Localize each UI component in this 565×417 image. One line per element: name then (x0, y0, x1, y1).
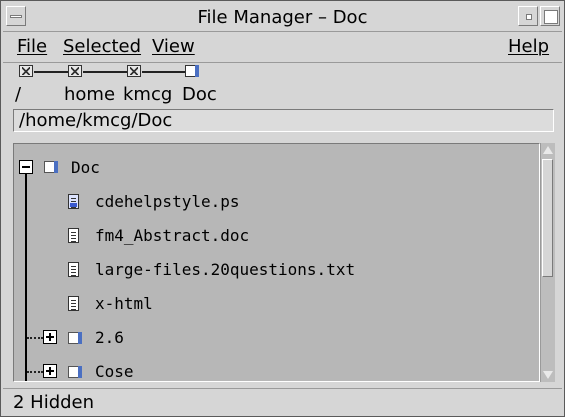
home-folder-icon[interactable] (68, 65, 82, 77)
title-bar[interactable]: File Manager – Doc (3, 3, 562, 32)
path-bar: / home kmcg Doc (3, 62, 562, 107)
collapse-doc-icon[interactable] (19, 160, 33, 174)
folder-icon (44, 161, 58, 173)
tree-item-doc[interactable]: Doc (71, 158, 100, 177)
tree-item-2-6[interactable]: 2.6 (95, 328, 124, 347)
location-field[interactable]: /home/kmcg/Doc (13, 109, 554, 132)
folder-icon (68, 332, 82, 344)
menu-view[interactable]: View (152, 36, 195, 57)
tree-branch (27, 337, 43, 339)
tree-branch (27, 371, 43, 373)
vertical-scrollbar[interactable] (540, 143, 555, 382)
window-title: File Manager – Doc (197, 7, 368, 28)
scroll-thumb[interactable] (542, 159, 553, 277)
document-file-icon (68, 296, 79, 311)
kmcg-folder-icon[interactable] (127, 65, 141, 77)
tree-item-large-files[interactable]: large-files.20questions.txt (95, 260, 355, 279)
hidden-count: 2 Hidden (13, 392, 95, 413)
minimize-icon[interactable] (518, 6, 538, 26)
document-file-icon (68, 262, 79, 277)
menu-selected[interactable]: Selected (63, 36, 141, 57)
path-label-root[interactable]: / (15, 84, 21, 105)
tree-item-cose[interactable]: Cose (95, 362, 134, 381)
path-connector (142, 71, 185, 73)
status-bar: 2 Hidden (3, 388, 562, 417)
folder-icon (68, 366, 82, 378)
file-manager-window: File Manager – Doc File Selected View He… (0, 0, 565, 417)
path-connector (83, 71, 127, 73)
root-folder-icon[interactable] (19, 65, 33, 77)
menu-file[interactable]: File (17, 36, 47, 57)
path-label-kmcg[interactable]: kmcg (123, 84, 172, 105)
path-label-home[interactable]: home (64, 84, 115, 105)
tree-line (25, 172, 27, 381)
expand-2-6-icon[interactable] (43, 330, 57, 344)
path-connector (34, 71, 68, 73)
folder-tree: Doc cdehelpstyle.ps fm4_Abstract.doc lar… (13, 143, 540, 382)
document-file-icon (68, 228, 79, 243)
menu-help[interactable]: Help (508, 36, 549, 57)
tree-item-cdehelpstyle[interactable]: cdehelpstyle.ps (95, 192, 240, 211)
postscript-file-icon (68, 194, 79, 209)
scroll-down-icon[interactable] (542, 369, 554, 381)
tree-item-x-html[interactable]: x-html (95, 294, 153, 313)
expand-cose-icon[interactable] (43, 364, 57, 378)
doc-folder-icon[interactable] (185, 65, 199, 77)
scroll-up-icon[interactable] (542, 144, 554, 156)
path-label-doc[interactable]: Doc (182, 84, 217, 105)
tree-item-fm4-abstract[interactable]: fm4_Abstract.doc (95, 226, 249, 245)
maximize-icon[interactable] (540, 6, 560, 26)
menu-bar: File Selected View Help (3, 32, 562, 63)
